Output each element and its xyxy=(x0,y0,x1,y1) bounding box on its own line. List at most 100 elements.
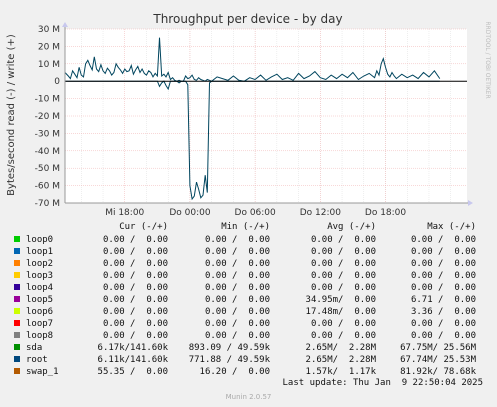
munin-version: Munin 2.0.57 xyxy=(225,393,272,401)
legend-min: 0.00 / 0.00 xyxy=(204,319,270,329)
legend-row-loop1: loop1 0.00 / 0.00 0.00 / 0.00 0.00 / 0.00 0.… xyxy=(14,246,484,258)
legend-row-loop6: loop6 0.00 / 0.00 0.00 / 0.00 17.48m/ 0.00 3… xyxy=(14,306,484,318)
legend-min: 0.00 / 0.00 xyxy=(204,235,270,245)
legend-min: 893.09 / 49.59k xyxy=(188,343,270,353)
legend-name: loop8 xyxy=(26,331,54,341)
legend-header-avg: Avg (-/+) xyxy=(327,222,376,232)
legend-min: 0.00 / 0.00 xyxy=(204,247,270,257)
legend-cur: 0.00 / 0.00 xyxy=(102,295,168,305)
legend-avg: 0.00 / 0.00 xyxy=(310,247,376,257)
legend-max: 81.92k/ 78.68k xyxy=(400,367,476,377)
legend-row-loop0: loop0 0.00 / 0.00 0.00 / 0.00 0.00 / 0.00 0.… xyxy=(14,234,484,246)
legend-max: 0.00 / 0.00 xyxy=(410,331,476,341)
legend-cur: 0.00 / 0.00 xyxy=(102,283,168,293)
legend-swatch xyxy=(14,248,20,254)
rrdtool-side-label: RRDTOOL / TOBI OETIKER xyxy=(484,21,491,98)
legend-swatch xyxy=(14,272,20,278)
x-tick-label: Do 12:00 xyxy=(300,208,342,218)
legend-swatch xyxy=(14,296,20,302)
y-tick-label: 10 M xyxy=(38,60,60,70)
legend-avg: 0.00 / 0.00 xyxy=(310,319,376,329)
legend-row-root: root 6.11k/141.60k 771.88 / 49.59k 2.65M/ 2… xyxy=(14,354,484,366)
legend-row-loop3: loop3 0.00 / 0.00 0.00 / 0.00 0.00 / 0.00 0.… xyxy=(14,270,484,282)
legend-name: loop1 xyxy=(26,247,54,257)
legend-max: 67.74M/ 25.53M xyxy=(400,355,476,365)
legend-min: 16.20 / 0.00 xyxy=(199,367,270,377)
legend-max: 0.00 / 0.00 xyxy=(410,247,476,257)
legend-swatch xyxy=(14,308,20,314)
legend-cur: 0.00 / 0.00 xyxy=(102,307,168,317)
y-axis-label: Bytes/second read (-) / write (+) xyxy=(6,34,17,196)
legend-avg: 1.57k/ 1.17k xyxy=(305,367,376,377)
legend-avg: 0.00 / 0.00 xyxy=(310,283,376,293)
legend-max: 6.71 / 0.00 xyxy=(410,295,476,305)
legend-row-sda: sda 6.17k/141.60k 893.09 / 49.59k 2.65M/ 2.… xyxy=(14,342,484,354)
y-axis-arrow-icon xyxy=(62,22,68,27)
legend-header-cur: Cur (-/+) xyxy=(119,222,168,232)
legend-max: 0.00 / 0.00 xyxy=(410,271,476,281)
legend-name: loop4 xyxy=(26,283,54,293)
legend-row-swap_1: swap_1 55.35 / 0.00 16.20 / 0.00 1.57k/ 1.1… xyxy=(14,366,484,378)
legend-max: 0.00 / 0.00 xyxy=(410,235,476,245)
y-tick-label: 30 M xyxy=(38,25,60,35)
legend-name: loop5 xyxy=(26,295,54,305)
legend-min: 0.00 / 0.00 xyxy=(204,331,270,341)
x-tick-label: Do 06:00 xyxy=(235,208,277,218)
legend-cur: 0.00 / 0.00 xyxy=(102,235,168,245)
legend-cur: 0.00 / 0.00 xyxy=(102,319,168,329)
legend-row-loop4: loop4 0.00 / 0.00 0.00 / 0.00 0.00 / 0.00 0.… xyxy=(14,282,484,294)
legend-avg: 2.65M/ 2.28M xyxy=(305,343,376,353)
legend-max: 67.75M/ 25.56M xyxy=(400,343,476,353)
y-tick-label: -10 M xyxy=(35,95,60,105)
legend-row-loop2: loop2 0.00 / 0.00 0.00 / 0.00 0.00 / 0.00 0.… xyxy=(14,258,484,270)
legend-min: 0.00 / 0.00 xyxy=(204,307,270,317)
legend-swatch xyxy=(14,236,20,242)
legend-name: swap_1 xyxy=(26,367,59,377)
legend-row-loop7: loop7 0.00 / 0.00 0.00 / 0.00 0.00 / 0.00 0.… xyxy=(14,318,484,330)
legend-min: 0.00 / 0.00 xyxy=(204,259,270,269)
legend-max: 0.00 / 0.00 xyxy=(410,319,476,329)
legend-name: sda xyxy=(26,343,43,353)
y-tick-label: -30 M xyxy=(35,129,60,139)
y-tick-label: 20 M xyxy=(38,42,60,52)
legend-swatch xyxy=(14,332,20,338)
legend-header-min: Min (-/+) xyxy=(221,222,270,232)
legend-name: loop3 xyxy=(26,271,54,281)
legend-cur: 0.00 / 0.00 xyxy=(102,331,168,341)
legend-cur: 55.35 / 0.00 xyxy=(97,367,168,377)
legend-min: 0.00 / 0.00 xyxy=(204,295,270,305)
legend-swatch xyxy=(14,344,20,350)
legend-name: loop7 xyxy=(26,319,54,329)
y-tick-label: -70 M xyxy=(35,199,60,209)
legend-swatch xyxy=(14,320,20,326)
legend-row-loop5: loop5 0.00 / 0.00 0.00 / 0.00 34.95m/ 0.00 6… xyxy=(14,294,484,306)
legend-name: loop0 xyxy=(26,235,54,245)
legend-avg: 0.00 / 0.00 xyxy=(310,235,376,245)
last-update: Last update: Thu Jan 9 22:50:04 2025 xyxy=(282,378,483,388)
legend-header-max: Max (-/+) xyxy=(427,222,476,232)
y-tick-label: -60 M xyxy=(35,182,60,192)
chart-title: Throughput per device - by day xyxy=(152,12,342,26)
x-axis-arrow-icon xyxy=(468,200,473,206)
legend-swatch xyxy=(14,260,20,266)
y-tick-label: 0 xyxy=(54,77,60,87)
legend-max: 0.00 / 0.00 xyxy=(410,259,476,269)
x-tick-label: Do 00:00 xyxy=(169,208,211,218)
legend-cur: 6.17k/141.60k xyxy=(97,343,168,353)
x-tick-label: Do 18:00 xyxy=(365,208,407,218)
legend-swatch xyxy=(14,368,20,374)
legend-name: root xyxy=(26,355,48,365)
legend-swatch xyxy=(14,284,20,290)
legend-name: loop2 xyxy=(26,259,54,269)
legend-max: 3.36 / 0.00 xyxy=(410,307,476,317)
legend-row-loop8: loop8 0.00 / 0.00 0.00 / 0.00 0.00 / 0.00 0.… xyxy=(14,330,484,342)
legend-avg: 17.48m/ 0.00 xyxy=(305,307,376,317)
legend-cur: 0.00 / 0.00 xyxy=(102,247,168,257)
legend-avg: 0.00 / 0.00 xyxy=(310,259,376,269)
legend-cur: 0.00 / 0.00 xyxy=(102,259,168,269)
legend-min: 771.88 / 49.59k xyxy=(188,355,270,365)
legend-cur: 0.00 / 0.00 xyxy=(102,271,168,281)
y-tick-label: -20 M xyxy=(35,112,60,122)
legend-min: 0.00 / 0.00 xyxy=(204,271,270,281)
y-tick-label: -40 M xyxy=(35,147,60,157)
